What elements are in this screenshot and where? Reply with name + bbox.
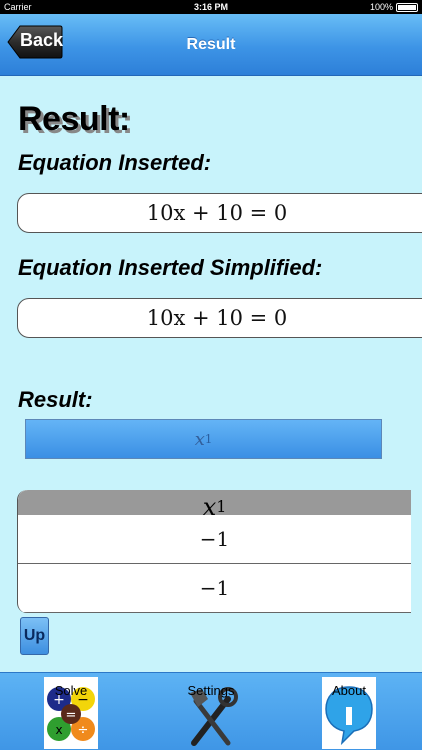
page-title: Result: [18,100,130,138]
equation-inserted-field: 10x + 10 = 0 [17,193,422,233]
equation-inserted-value: 10x + 10 = 0 [146,201,288,225]
navigation-bar: Back Result [0,14,422,76]
equation-simplified-field: 10x + 10 = 0 [17,298,422,338]
status-time: 3:16 PM [193,2,228,12]
battery-icon [396,2,418,12]
tab-about[interactable]: About [322,677,376,749]
tab-solve[interactable]: + − = x ÷ Solve [44,677,98,749]
tab-bar: + − = x ÷ Solve Settings About [0,672,422,750]
svg-text:x: x [55,723,62,737]
result-variable: x [194,428,205,450]
table-header-subscript: 1 [216,497,227,516]
tab-settings-label: Settings [187,683,235,698]
nav-title: Result [186,36,236,53]
result-variable-button[interactable]: x1 [25,419,382,459]
result-label: Result: [18,387,93,412]
tab-settings[interactable]: Settings [184,677,238,749]
svg-text:÷: ÷ [78,723,89,738]
svg-text:=: = [66,708,77,723]
table-header-variable: x [202,492,217,521]
status-bar: Carrier 3:16 PM 100% [0,0,422,14]
equation-simplified-value: 10x + 10 = 0 [146,306,288,330]
result-table: x1 −1 −1 [17,490,411,613]
up-button[interactable]: Up [20,617,49,655]
result-variable-subscript: 1 [204,432,213,446]
table-row[interactable]: −1 [18,564,411,613]
tab-about-label: About [332,683,366,698]
tab-solve-label: Solve [54,683,88,698]
equation-inserted-label: Equation Inserted: [18,150,212,175]
table-header: x1 [18,490,411,521]
equation-simplified-label: Equation Inserted Simplified: [18,255,323,280]
table-row[interactable]: −1 [18,515,411,564]
